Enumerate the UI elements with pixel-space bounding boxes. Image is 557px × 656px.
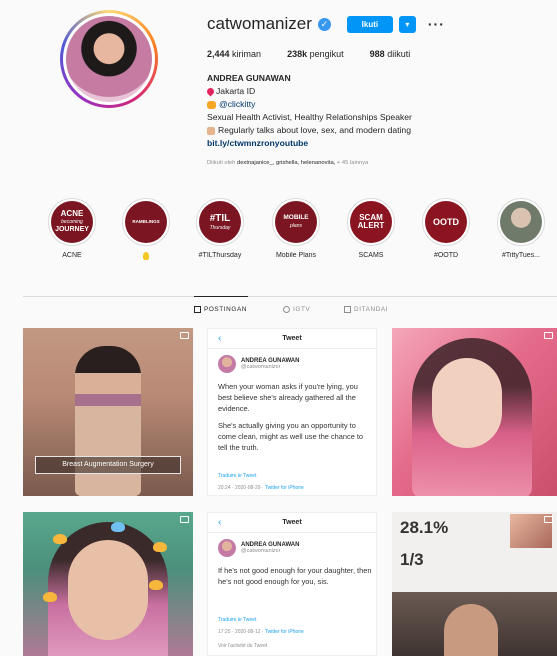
highlight-mobile-plans[interactable]: MOBILE plans Mobile Plans: [266, 198, 326, 259]
highlight-label: #TittyTues...: [502, 252, 540, 259]
followed-by-text[interactable]: Diikuti oleh dextnajanice_, grishella, h…: [207, 160, 368, 166]
bio-mention-link[interactable]: @clickitty: [219, 99, 255, 109]
profile-stats: 2,444 kiriman 238k pengikut 988 diikuti: [207, 49, 410, 59]
tab-postingan[interactable]: POSTINGAN: [194, 306, 247, 313]
stat-percent-text: 28.1%: [400, 518, 449, 537]
post-thumbnail[interactable]: Breast Augmentation Surgery: [23, 328, 193, 496]
butterfly-icon: [43, 592, 57, 602]
location-pin-icon: [205, 86, 216, 97]
post-caption-overlay: Breast Augmentation Surgery: [35, 456, 181, 474]
video-icon: [180, 332, 189, 339]
tabs-divider: [23, 296, 557, 297]
tweet-translate: Traduire le Tweet: [218, 473, 257, 479]
back-arrow-icon: ‹: [218, 517, 222, 528]
video-icon: [544, 332, 553, 339]
highlight-label: #OOTD: [433, 252, 459, 259]
verified-badge-icon: ✓: [317, 17, 331, 31]
bio-tagline: Sexual Health Activist, Healthy Relation…: [207, 112, 412, 122]
highlight-ramblings[interactable]: RAMBLINGS: [116, 198, 176, 262]
post-thumbnail[interactable]: ‹ Tweet ANDREA GUNAWAN @catwomanizer When…: [207, 328, 377, 496]
highlight-label: #TILThursday: [198, 252, 242, 259]
tweet-text: If he's not good enough for your daughte…: [218, 566, 372, 586]
video-icon: [544, 516, 553, 523]
tweet-user: ANDREA GUNAWAN @catwomanizer: [218, 355, 299, 373]
lightbulb-icon: [143, 252, 149, 260]
tweet-timestamp: 20:24 · 2020-08-29 · Twitter for iPhone: [218, 485, 304, 491]
back-arrow-icon: ‹: [218, 333, 222, 344]
avatar: [218, 355, 236, 373]
tweet-header: ‹ Tweet: [208, 513, 376, 533]
highlight-ootd[interactable]: OOTD #OOTD: [416, 198, 476, 259]
suggested-dropdown-button[interactable]: ▾: [398, 15, 416, 33]
butterfly-icon: [111, 522, 125, 532]
stat-posts: 2,444 kiriman: [207, 49, 262, 59]
butterfly-icon: [53, 534, 67, 544]
grid-icon: [194, 306, 201, 313]
post-thumbnail[interactable]: [23, 512, 193, 656]
butterfly-icon: [149, 580, 163, 590]
video-icon: [180, 516, 189, 523]
story-highlights: ACNE becoming JOURNEY ACNE RAMBLINGS #TI…: [40, 198, 557, 268]
instagram-profile-page: catwomanizer ✓ Ikuti ▾ ··· 2,444 kiriman…: [0, 0, 557, 656]
active-tab-indicator: [194, 296, 248, 297]
post-thumbnail[interactable]: [392, 328, 557, 496]
cat-emoji-icon: [207, 100, 216, 109]
tweet-activity: Voir l'activité du Tweet: [218, 643, 268, 649]
profile-username: catwomanizer: [207, 14, 312, 33]
highlight-scams[interactable]: SCAM ALERT SCAMS: [341, 198, 401, 259]
bio-location: Jakarta ID: [205, 85, 537, 98]
highlight-titty-tuesday[interactable]: #TittyTues...: [491, 198, 551, 259]
follow-button[interactable]: Ikuti: [346, 15, 393, 33]
highlight-til-thursday[interactable]: #TIL Thursday #TILThursday: [190, 198, 250, 259]
username-row: catwomanizer ✓ Ikuti ▾ ···: [207, 14, 445, 34]
profile-full-name: ANDREA GUNAWAN: [207, 73, 291, 83]
bio-regularly-line: Regularly talks about love, sex, and mod…: [207, 124, 537, 137]
bio-external-link[interactable]: bit.ly/ctwmnzronyoutube: [207, 137, 537, 150]
stat-followers[interactable]: 238k pengikut: [287, 49, 344, 59]
igtv-icon: [283, 306, 290, 313]
highlight-label: Mobile Plans: [275, 252, 317, 259]
stat-following[interactable]: 988 diikuti: [370, 49, 411, 59]
tweet-timestamp: 17:25 · 2020-08-12 · Twitter for iPhone: [218, 629, 304, 635]
tab-igtv[interactable]: IGTV: [283, 306, 310, 313]
more-options-icon[interactable]: ···: [428, 16, 445, 32]
tweet-user: ANDREA GUNAWAN @catwomanizer: [218, 539, 299, 557]
post-thumbnail[interactable]: ‹ Tweet ANDREA GUNAWAN @catwomanizer If h…: [207, 512, 377, 656]
profile-avatar[interactable]: [60, 10, 158, 108]
post-thumbnail[interactable]: 28.1% 1/3: [392, 512, 557, 656]
stat-fraction-text: 1/3: [400, 550, 424, 569]
tweet-translate: Traduire le Tweet: [218, 617, 257, 623]
highlight-label: SCAMS: [358, 252, 384, 259]
tweet-header: ‹ Tweet: [208, 329, 376, 349]
butterfly-icon: [153, 542, 167, 552]
profile-bio: ANDREA GUNAWAN Jakarta ID @clickitty Sex…: [205, 72, 537, 150]
bio-mention-line: @clickitty: [207, 98, 537, 111]
tweet-text: When your woman asks if you're lying, yo…: [218, 382, 364, 452]
pointing-hand-icon: [207, 126, 215, 135]
avatar: [218, 539, 236, 557]
tagged-icon: [344, 306, 351, 313]
tab-ditandai[interactable]: DITANDAI: [344, 306, 388, 313]
highlight-label: ACNE: [62, 252, 82, 259]
highlight-acne[interactable]: ACNE becoming JOURNEY ACNE: [42, 198, 102, 259]
